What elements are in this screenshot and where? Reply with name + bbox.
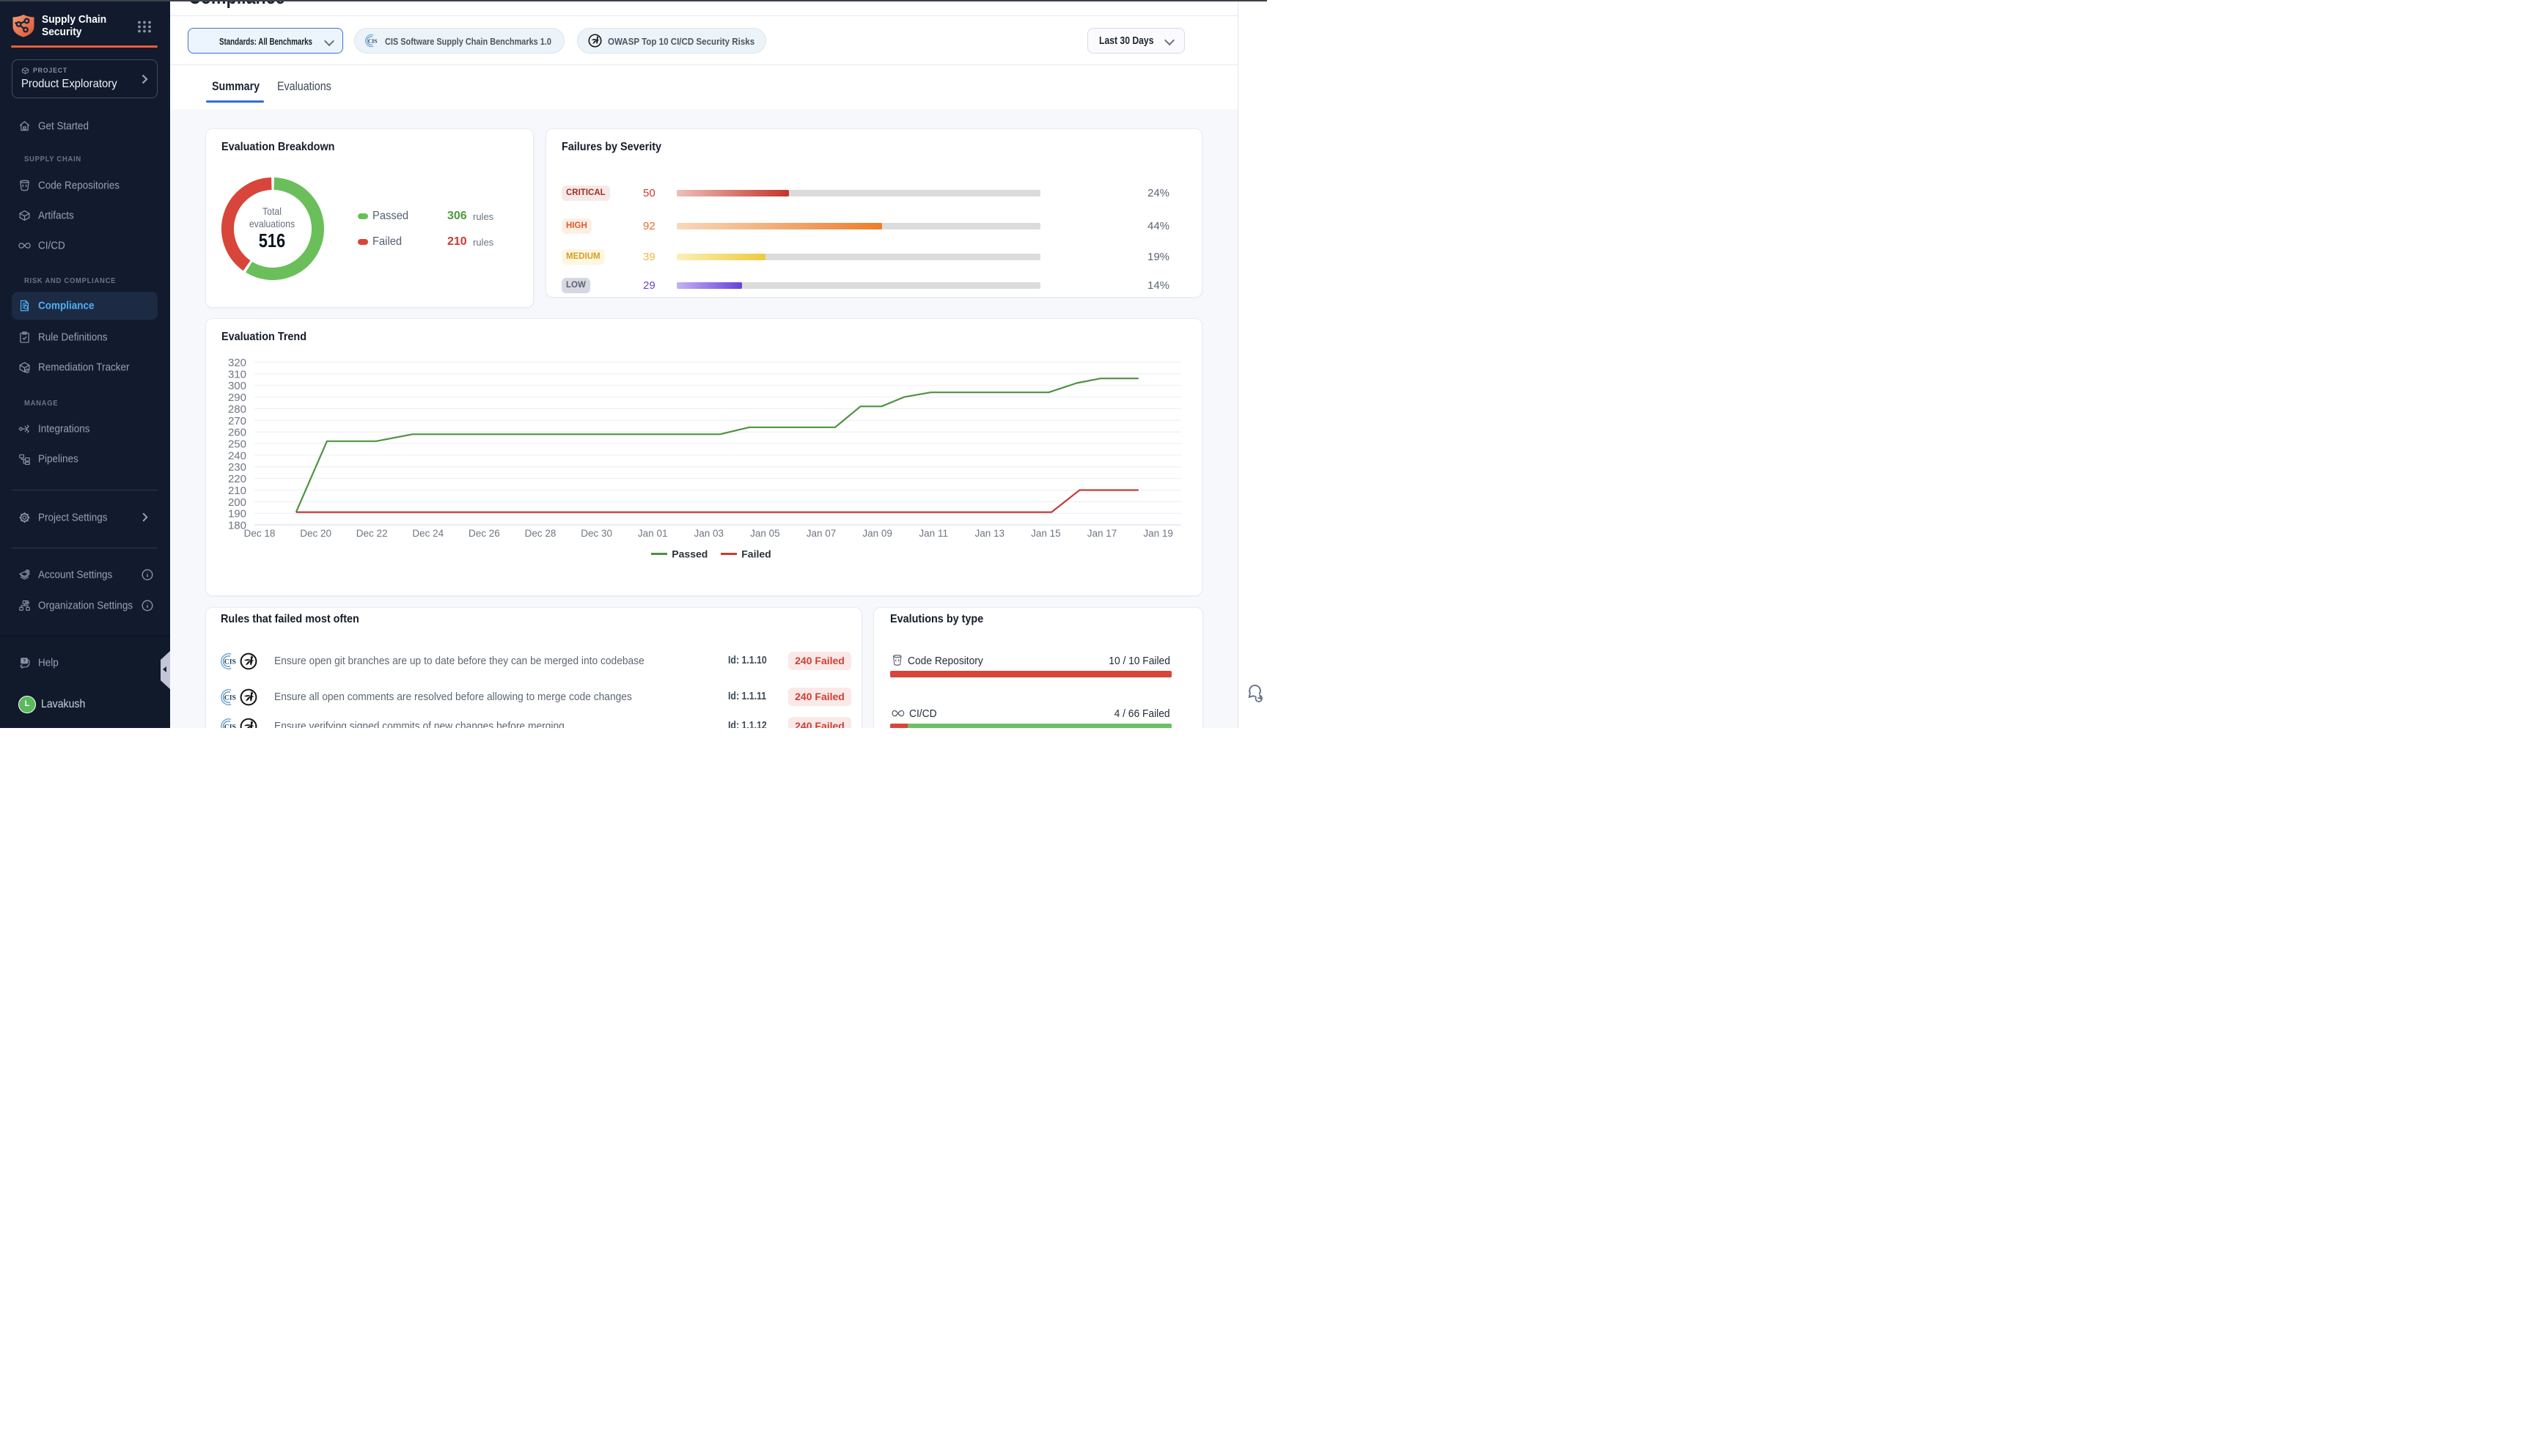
svg-text:270: 270: [228, 415, 246, 427]
svg-text:250: 250: [228, 438, 246, 451]
svg-text:Jan 15: Jan 15: [1031, 528, 1061, 539]
svg-text:CIS: CIS: [368, 37, 378, 44]
svg-text:Dec 18: Dec 18: [244, 528, 276, 539]
svg-text:Dec 28: Dec 28: [525, 528, 557, 539]
svg-text:Jan 03: Jan 03: [694, 528, 724, 539]
svg-text:260: 260: [228, 427, 246, 439]
svg-text:Dec 30: Dec 30: [581, 528, 612, 539]
svg-text:Jan 09: Jan 09: [862, 528, 892, 539]
svg-text:Jan 05: Jan 05: [750, 528, 780, 539]
svg-text:190: 190: [228, 508, 246, 521]
svg-text:200: 200: [228, 496, 246, 509]
svg-text:Jan 11: Jan 11: [919, 528, 948, 539]
svg-text:Jan 07: Jan 07: [807, 528, 837, 539]
svg-text:220: 220: [228, 473, 246, 485]
svg-text:Jan 17: Jan 17: [1087, 528, 1117, 539]
svg-text:Jan 13: Jan 13: [975, 528, 1005, 539]
svg-text:240: 240: [228, 449, 246, 462]
svg-text:210: 210: [228, 485, 246, 497]
svg-text:CIS: CIS: [224, 724, 236, 729]
svg-text:?: ?: [23, 659, 26, 664]
svg-text:230: 230: [228, 461, 246, 474]
svg-text:Jan 19: Jan 19: [1143, 528, 1173, 539]
svg-text:Jan 01: Jan 01: [638, 528, 668, 539]
svg-text:290: 290: [228, 391, 246, 404]
svg-text:Dec 24: Dec 24: [412, 528, 444, 539]
svg-text:310: 310: [228, 368, 246, 380]
svg-text:300: 300: [228, 380, 246, 392]
svg-text:Dec 22: Dec 22: [356, 528, 388, 539]
svg-text:CIS: CIS: [224, 658, 236, 666]
svg-text:CIS: CIS: [224, 694, 236, 702]
svg-text:280: 280: [228, 403, 246, 416]
svg-text:320: 320: [228, 357, 246, 369]
svg-text:Dec 20: Dec 20: [300, 528, 331, 539]
svg-text:Dec 26: Dec 26: [469, 528, 500, 539]
